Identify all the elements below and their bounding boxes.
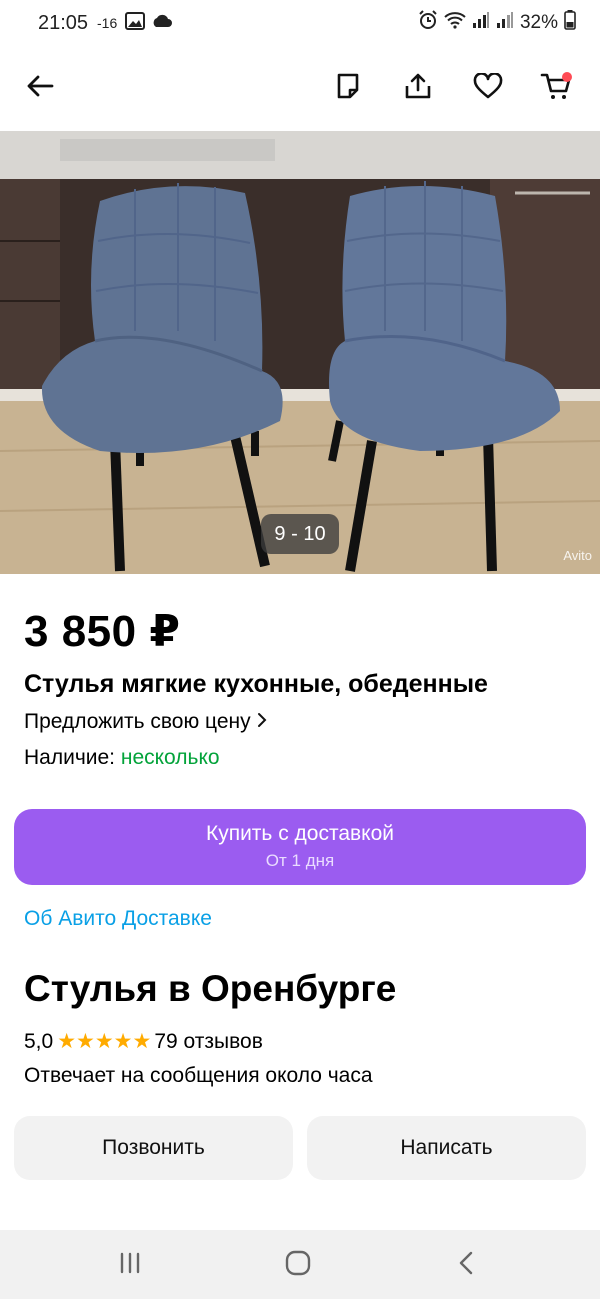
recent-apps-button[interactable] xyxy=(110,1247,150,1283)
arrow-left-icon xyxy=(26,74,54,103)
write-button-label: Написать xyxy=(400,1136,493,1159)
note-icon xyxy=(336,72,360,105)
buy-button-label: Купить с доставкой xyxy=(205,822,395,845)
buy-with-delivery-button[interactable]: Купить с доставкой От 1 дня xyxy=(14,809,586,885)
listing-title: Стулья мягкие кухонные, обеденные xyxy=(24,670,488,698)
favorite-button[interactable] xyxy=(466,66,510,110)
battery-icon xyxy=(564,10,576,36)
seller-name[interactable]: Стулья в Оренбурге xyxy=(24,968,396,1010)
status-time: 21:05 xyxy=(38,12,89,34)
note-button[interactable] xyxy=(326,66,370,110)
photo-counter: 9 - 10 xyxy=(261,514,339,554)
signal-icon-2 xyxy=(496,11,514,35)
product-photo[interactable] xyxy=(0,131,600,574)
availability: Наличие: несколько xyxy=(24,746,220,770)
call-button-label: Позвонить xyxy=(102,1136,205,1159)
chevron-left-icon xyxy=(458,1251,474,1280)
offer-price-label: Предложить свою цену xyxy=(24,710,251,733)
status-bar: 21:05 -16 32% xyxy=(0,0,600,46)
photo-watermark: Avito xyxy=(563,548,592,563)
share-icon xyxy=(404,72,432,105)
seller-rating[interactable]: 5,0 ★★★★★ 79 отзывов xyxy=(24,1029,263,1054)
alarm-icon xyxy=(418,10,438,36)
offer-price-link[interactable]: Предложить свою цену xyxy=(24,710,267,734)
wifi-icon xyxy=(444,11,466,35)
availability-value: несколько xyxy=(120,746,220,769)
app-header xyxy=(0,46,600,130)
cloud-icon xyxy=(151,12,173,35)
reply-time-note: Отвечает на сообщения около часа xyxy=(24,1064,373,1087)
back-button[interactable] xyxy=(18,66,62,110)
availability-label: Наличие: xyxy=(24,746,116,769)
status-temperature: -16 xyxy=(97,15,118,31)
call-button[interactable]: Позвонить xyxy=(14,1116,293,1180)
reviews-count: 79 отзывов xyxy=(154,1029,263,1053)
heart-icon xyxy=(473,71,503,104)
share-button[interactable] xyxy=(396,66,440,110)
nav-back-button[interactable] xyxy=(446,1247,486,1283)
write-button[interactable]: Написать xyxy=(307,1116,586,1180)
price: 3 850 ₽ xyxy=(24,607,181,656)
gallery-icon xyxy=(125,12,145,35)
rating-value: 5,0 xyxy=(24,1029,54,1053)
system-nav-bar xyxy=(0,1230,600,1299)
home-icon xyxy=(285,1250,311,1281)
avito-delivery-link[interactable]: Об Авито Доставке xyxy=(24,907,212,931)
buy-button-sub: От 1 дня xyxy=(265,851,335,870)
signal-icon xyxy=(472,11,490,35)
star-icons: ★★★★★ xyxy=(57,1030,152,1053)
cart-button[interactable] xyxy=(534,66,578,110)
recent-apps-icon xyxy=(118,1252,142,1279)
chevron-right-icon xyxy=(257,710,267,734)
battery-percent: 32% xyxy=(519,12,558,33)
cart-badge xyxy=(562,72,572,82)
home-button[interactable] xyxy=(278,1247,318,1283)
